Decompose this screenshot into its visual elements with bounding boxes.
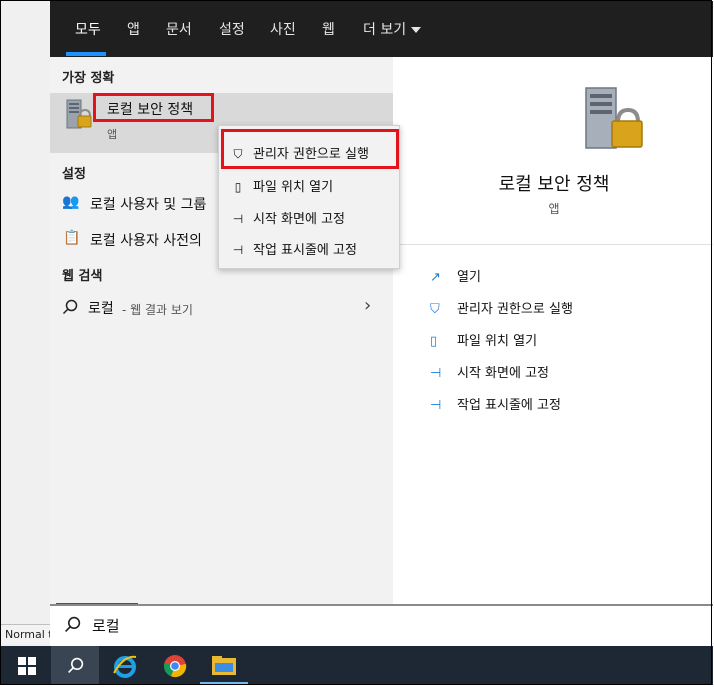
highlight-run-as-admin (221, 129, 399, 169)
preview-subtitle: 앱 (548, 202, 560, 216)
security-policy-icon (66, 99, 92, 129)
taskbar (1, 646, 713, 685)
settings-item-label: 로컬 사용자 및 그룹 (90, 197, 207, 213)
tab-apps[interactable]: 앱 (127, 19, 140, 39)
internet-explorer-icon (113, 655, 137, 678)
web-search-suffix: - 웹 결과 보기 (122, 303, 193, 317)
security-policy-icon-large (585, 87, 643, 149)
users-group-icon: 👥 (62, 194, 80, 210)
active-tab-indicator (66, 52, 106, 56)
action-label: 열기 (457, 270, 481, 285)
tab-more-label: 더 보기 (363, 22, 407, 38)
search-bar[interactable] (50, 604, 713, 646)
tab-more[interactable]: 더 보기 (363, 19, 422, 39)
active-app-indicator (200, 682, 248, 685)
taskbar-search-button[interactable] (51, 646, 99, 685)
ctx-pin-to-start[interactable]: ⊣ 시작 화면에 고정 (229, 208, 345, 227)
caret-down-icon (411, 27, 422, 33)
pin-icon: ⊣ (430, 366, 442, 381)
tab-web[interactable]: 웹 (322, 19, 335, 39)
action-pin-to-taskbar[interactable]: ⊣ 작업 표시줄에 고정 (430, 394, 561, 413)
preview-title: 로컬 보안 정책 (498, 174, 610, 195)
taskbar-file-explorer[interactable] (200, 646, 248, 685)
windows-logo-icon (18, 656, 36, 675)
ctx-label: 시작 화면에 고정 (253, 212, 345, 227)
pin-icon: ⊣ (232, 212, 244, 226)
folder-icon (212, 655, 236, 675)
pin-icon: ⊣ (430, 398, 442, 413)
preview-divider (395, 244, 713, 245)
tab-documents[interactable]: 문서 (166, 19, 192, 39)
taskbar-ie[interactable] (101, 646, 149, 685)
open-icon: ↗ (430, 270, 441, 285)
highlight-best-match (93, 93, 214, 122)
ctx-label: 파일 위치 열기 (253, 180, 334, 195)
taskbar-chrome[interactable] (151, 646, 199, 685)
search-icon (62, 299, 78, 315)
tab-all[interactable]: 모두 (75, 19, 101, 39)
settings-header: 설정 (62, 167, 86, 182)
best-match-subtitle: 앱 (107, 128, 118, 141)
ctx-open-file-location[interactable]: ▯ 파일 위치 열기 (229, 176, 333, 195)
file-location-icon: ▯ (234, 180, 242, 194)
web-search-header: 웹 검색 (62, 269, 103, 284)
clipboard-icon: 📋 (63, 230, 81, 246)
web-search-query: 로컬 (88, 301, 114, 317)
search-icon (67, 657, 83, 673)
start-button[interactable] (3, 646, 51, 685)
shield-icon: ⛉ (430, 302, 440, 317)
web-search-item[interactable]: 로컬 - 웹 결과 보기 › (50, 293, 393, 323)
tab-settings[interactable]: 설정 (219, 19, 245, 39)
settings-item-label: 로컬 사용자 사전의 (90, 233, 202, 249)
chevron-right-icon: › (364, 295, 372, 316)
action-pin-to-start[interactable]: ⊣ 시작 화면에 고정 (430, 362, 549, 381)
search-icon (65, 616, 81, 632)
ctx-pin-to-taskbar[interactable]: ⊣ 작업 표시줄에 고정 (229, 239, 357, 258)
best-match-header: 가장 정확 (62, 71, 115, 86)
action-label: 관리자 권한으로 실행 (457, 302, 573, 317)
tab-photos[interactable]: 사진 (270, 19, 296, 39)
action-label: 작업 표시줄에 고정 (457, 398, 561, 413)
pin-icon: ⊣ (232, 243, 244, 257)
action-open-file-location[interactable]: ▯ 파일 위치 열기 (430, 330, 537, 349)
file-location-icon: ▯ (430, 334, 438, 349)
action-label: 파일 위치 열기 (457, 334, 538, 349)
background-window-label: Normal t (1, 624, 51, 644)
desktop-background (1, 1, 51, 646)
chrome-icon (164, 654, 187, 677)
action-open[interactable]: ↗ 열기 (430, 266, 481, 285)
action-run-as-admin[interactable]: ⛉ 관리자 권한으로 실행 (430, 298, 573, 317)
search-input[interactable]: 로컬 (92, 615, 120, 636)
search-tabs: 모두 앱 문서 설정 사진 웹 더 보기 (50, 1, 713, 57)
ctx-label: 작업 표시줄에 고정 (253, 243, 357, 258)
action-label: 시작 화면에 고정 (457, 366, 549, 381)
